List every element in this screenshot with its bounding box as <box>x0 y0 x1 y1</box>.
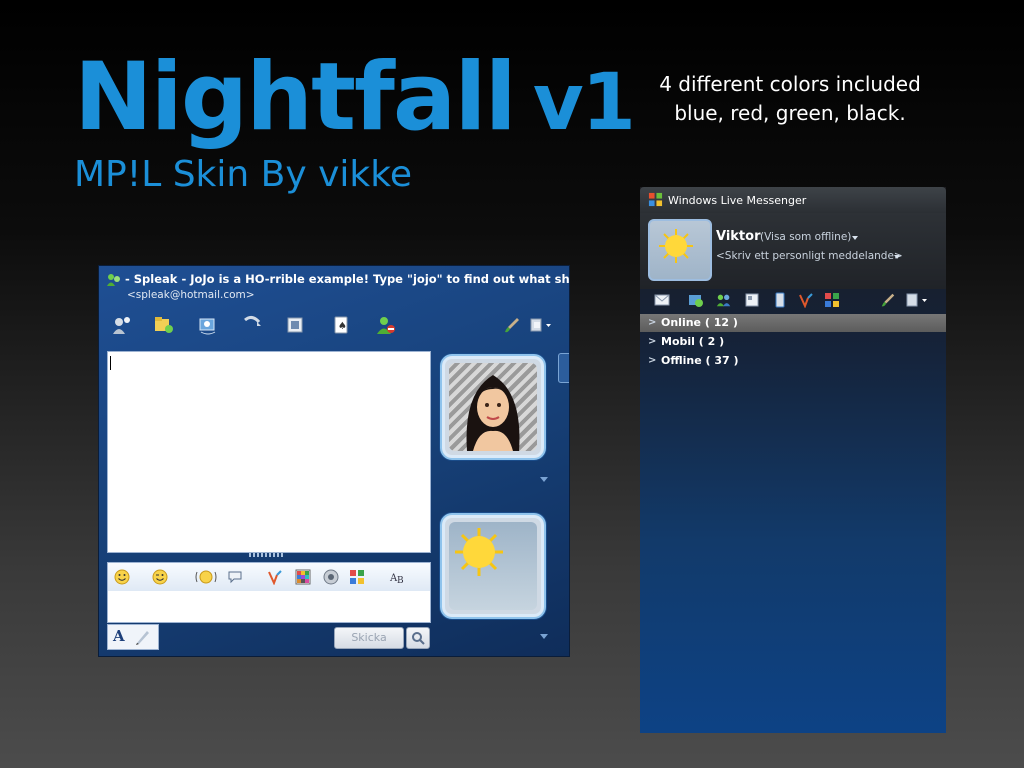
search-icon <box>412 632 425 645</box>
mobile-icon[interactable] <box>772 292 788 308</box>
chat-header: - Spleak - JoJo is a HO-rrible example! … <box>99 266 569 306</box>
profile-picture[interactable] <box>648 219 712 281</box>
handwriting-tab-icon[interactable] <box>134 628 152 646</box>
sound-icon[interactable] <box>322 568 340 586</box>
voice-clip-icon[interactable] <box>226 568 244 586</box>
games-icon[interactable]: ♠ <box>329 312 355 338</box>
paint-brush-icon[interactable] <box>499 312 525 338</box>
contact-status-icon <box>107 274 120 286</box>
skin-subtitle: MP!L Skin By vikke <box>74 154 412 195</box>
group-label: Offline ( 37 ) <box>661 354 739 367</box>
sun-avatar <box>455 528 503 576</box>
layout-menu-icon[interactable] <box>527 312 557 338</box>
send-files-icon[interactable] <box>151 312 177 338</box>
text-caret <box>110 356 111 370</box>
color-notes: 4 different colors included blue, red, g… <box>640 70 940 128</box>
group-label: Mobil ( 2 ) <box>661 335 725 348</box>
wink-icon[interactable] <box>151 568 169 586</box>
contact-email: <spleak@hotmail.com> <box>127 289 255 301</box>
my-pic-menu-arrow[interactable] <box>540 634 548 639</box>
messenger-toolbar <box>640 289 946 311</box>
messenger-title: Windows Live Messenger <box>668 194 807 207</box>
send-button[interactable]: Skicka <box>334 627 404 649</box>
font-tab-icon[interactable]: A <box>113 627 125 645</box>
skin-title: Nightfall v1 <box>74 48 636 153</box>
spaces-icon[interactable] <box>688 292 704 308</box>
user-name[interactable]: Viktor <box>716 229 761 244</box>
shield-icon[interactable] <box>824 292 840 308</box>
share-folders-icon[interactable] <box>283 312 309 338</box>
group-offline[interactable]: > Offline ( 37 ) <box>640 352 946 370</box>
profile-area: Viktor (Visa som offline) <Skriv ett per… <box>640 213 946 289</box>
voice-call-icon[interactable] <box>239 312 265 338</box>
message-input[interactable] <box>107 591 431 623</box>
chat-window: - Spleak - JoJo is a HO-rrible example! … <box>98 265 570 657</box>
invite-contact-icon[interactable] <box>109 312 135 338</box>
wink-flash-icon[interactable] <box>266 568 284 586</box>
games-icon-small[interactable] <box>348 568 366 586</box>
smiley-icon[interactable] <box>113 568 131 586</box>
expand-arrow-icon: > <box>648 355 657 366</box>
expand-arrow-icon: > <box>648 336 657 347</box>
group-mobile[interactable]: > Mobil ( 2 ) <box>640 333 946 351</box>
news-icon[interactable] <box>744 292 760 308</box>
block-icon[interactable] <box>373 312 399 338</box>
chat-title: - Spleak - JoJo is a HO-rrible example! … <box>125 272 570 286</box>
group-online[interactable]: > Online ( 12 ) <box>640 314 946 332</box>
skin-name: Nightfall <box>74 43 517 152</box>
background-icon[interactable] <box>294 568 312 586</box>
windows-logo-icon <box>648 192 663 207</box>
status-dropdown-icon[interactable] <box>852 236 858 240</box>
text-tabs: A <box>107 624 159 650</box>
svg-text:B: B <box>397 576 404 585</box>
status-text[interactable]: (Visa som offline) <box>760 231 851 243</box>
notes-line-1: 4 different colors included <box>659 72 921 96</box>
video-call-icon[interactable] <box>195 312 221 338</box>
chat-toolbar: ♠ <box>99 308 569 344</box>
msn-butterfly-icon[interactable] <box>798 292 814 308</box>
contacts-icon[interactable] <box>716 292 732 308</box>
splitter-grip[interactable] <box>249 553 285 557</box>
messenger-titlebar: Windows Live Messenger <box>640 187 946 213</box>
contact-pic-menu-arrow[interactable] <box>540 477 548 482</box>
personal-message[interactable]: <Skriv ett personligt meddelande> <box>716 250 903 262</box>
search-button[interactable] <box>406 627 430 649</box>
notes-line-2: blue, red, green, black. <box>674 101 906 125</box>
formatting-toolbar: AB <box>107 562 431 592</box>
contact-display-picture[interactable] <box>440 354 546 460</box>
messenger-window: Windows Live Messenger Viktor (Visa som … <box>640 187 946 733</box>
message-dropdown-icon[interactable] <box>894 255 900 259</box>
layout-menu-icon[interactable] <box>904 292 932 308</box>
font-icon[interactable]: AB <box>388 568 410 586</box>
conversation-area[interactable] <box>107 351 431 553</box>
skin-version: v1 <box>532 58 636 148</box>
nudge-icon[interactable] <box>194 568 218 586</box>
contact-avatar <box>466 375 520 451</box>
svg-text:♠: ♠ <box>338 321 347 332</box>
expand-arrow-icon: > <box>648 317 657 328</box>
collapse-pics-tab[interactable] <box>558 353 569 383</box>
my-display-picture[interactable] <box>440 513 546 619</box>
sun-avatar-small <box>659 229 693 263</box>
paint-brush-icon[interactable] <box>880 292 896 308</box>
group-label: Online ( 12 ) <box>661 316 738 329</box>
mail-icon[interactable] <box>654 292 670 308</box>
